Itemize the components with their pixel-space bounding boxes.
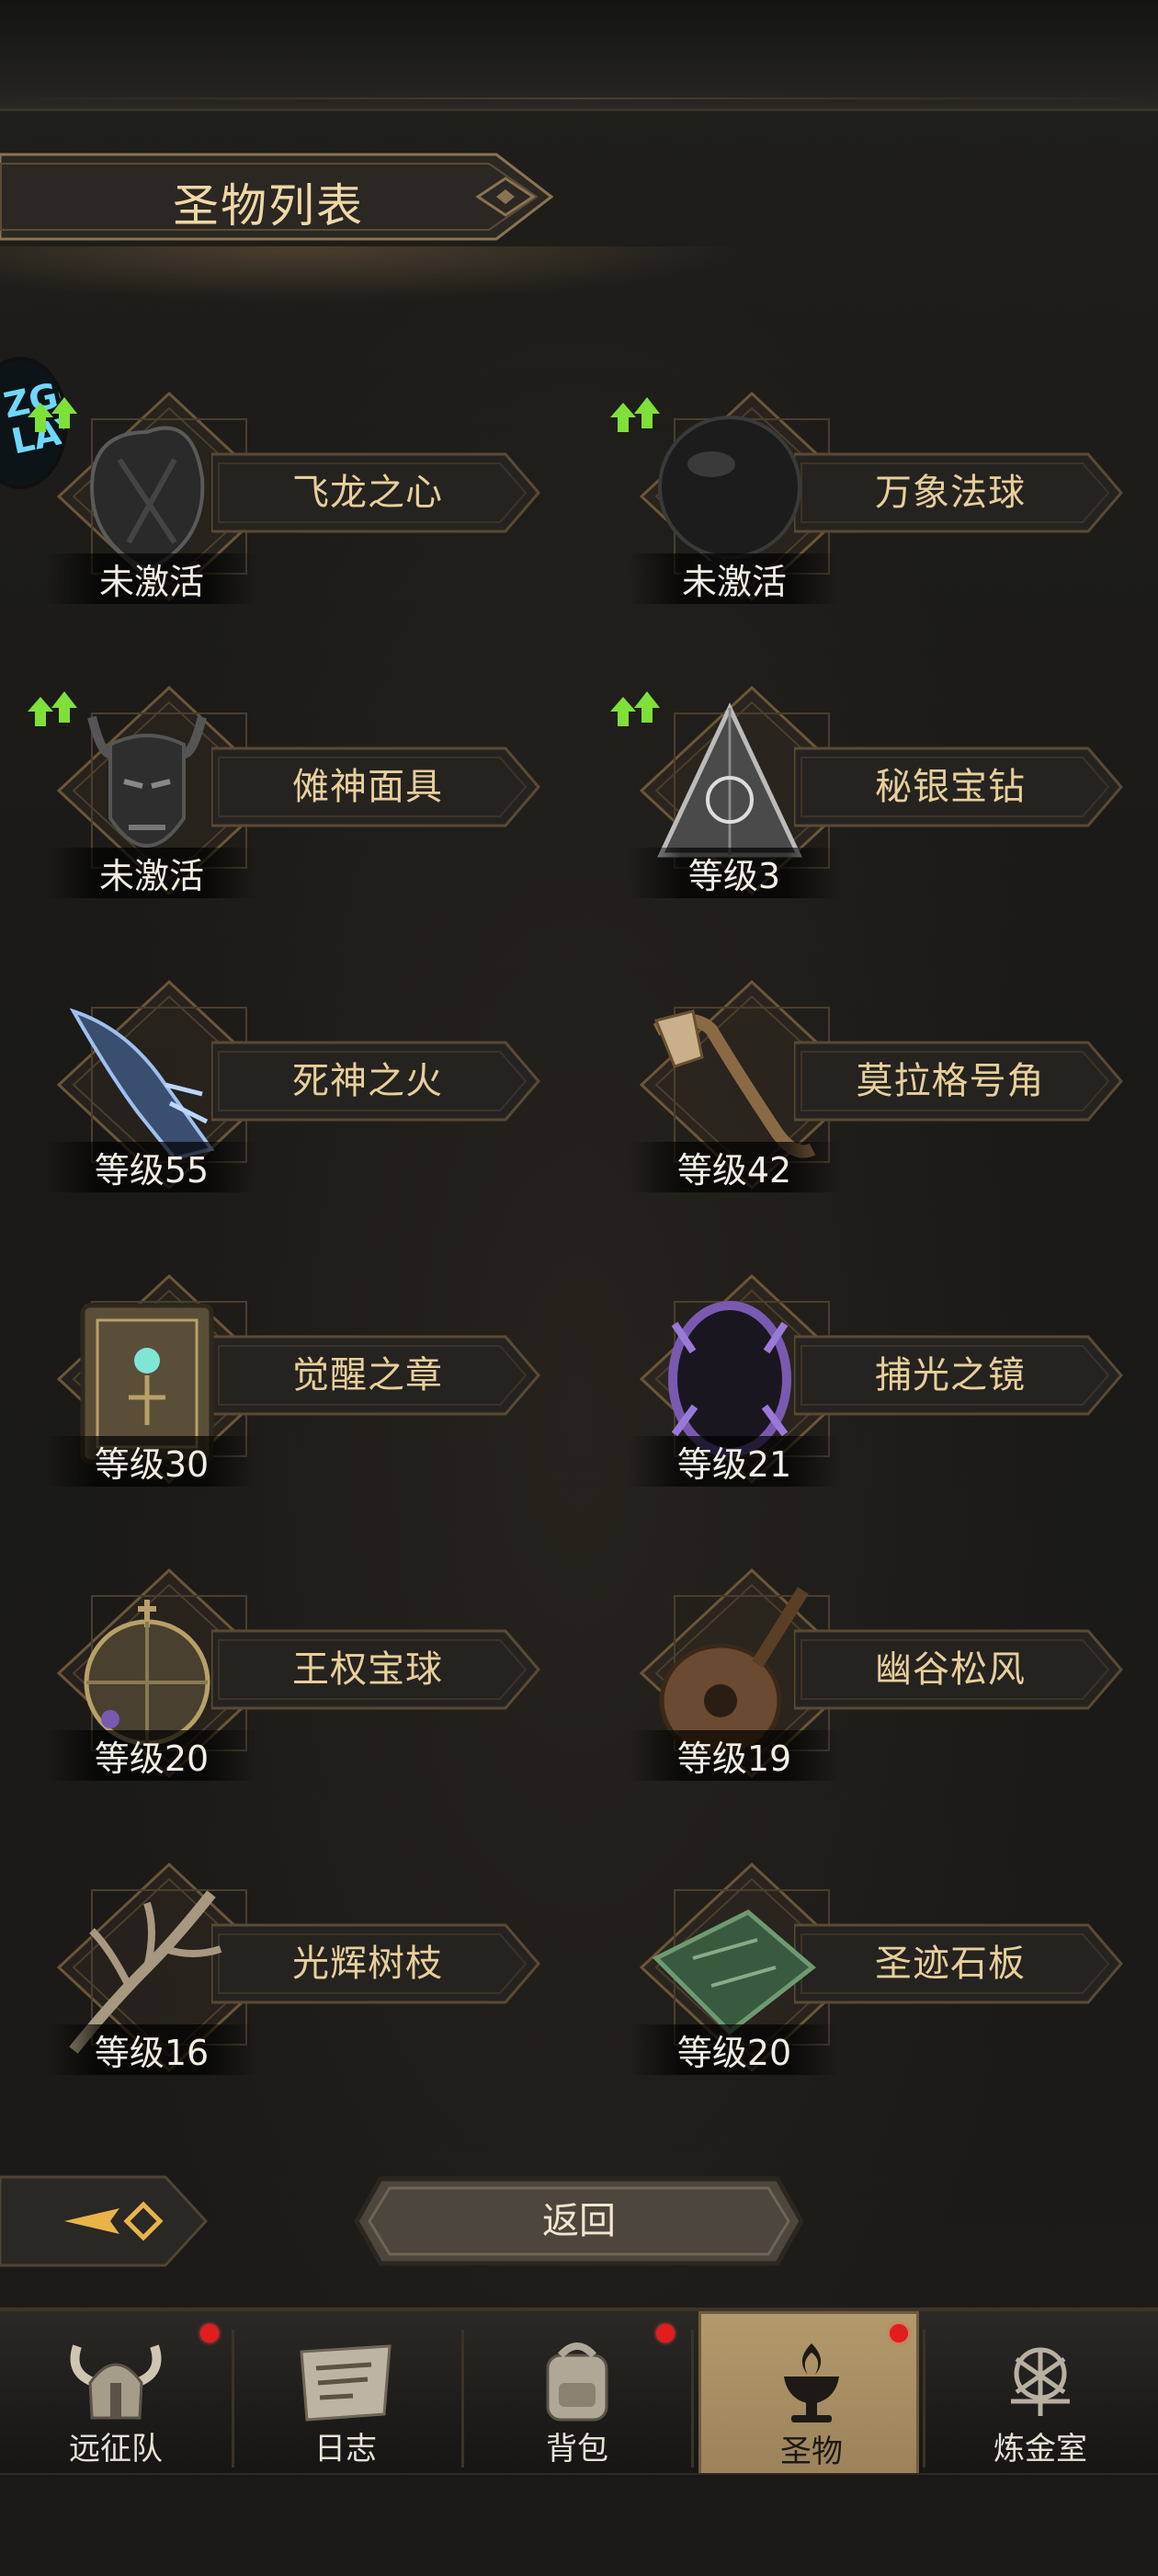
- bottom-nav: 远征队 日志 背包 圣物 炼金室: [0, 2308, 1158, 2477]
- nav-label: 圣物: [780, 2434, 843, 2470]
- relic-card[interactable]: 圣迹石板 等级20: [583, 1857, 1143, 2078]
- nav-label: 日志: [314, 2431, 377, 2468]
- upgrade-arrow-icon: [28, 691, 77, 726]
- header-ornament: [0, 246, 754, 302]
- relic-card[interactable]: 光辉树枝 等级16: [0, 1857, 561, 2078]
- relic-name: 莫拉格号角: [856, 1060, 1045, 1102]
- relic-status: 未激活: [46, 553, 257, 604]
- notification-badge: [200, 2324, 219, 2342]
- relic-status: 等级3: [629, 848, 840, 898]
- relic-card[interactable]: 傩神面具 未激活: [0, 680, 561, 919]
- relic-name: 万象法球: [875, 472, 1026, 514]
- nav-label: 炼金室: [993, 2431, 1087, 2468]
- relic-status: 等级19: [629, 1730, 840, 1781]
- relic-status: 等级16: [46, 2024, 257, 2075]
- relic-card[interactable]: 莫拉格号角 等级42: [583, 975, 1143, 1214]
- system-bar: [0, 2473, 1158, 2576]
- arrow-plate: [0, 2175, 209, 2267]
- relic-list[interactable]: 飞龙之心 未激活 万象法球 未激活 傩神面具 未激活 秘银宝钻 等级3 死神之火 等级55 莫拉格号…: [0, 349, 1158, 2078]
- relic-card[interactable]: 王权宝球 等级20: [0, 1563, 561, 1802]
- relic-card[interactable]: 飞龙之心 未激活: [0, 386, 561, 625]
- relic-status: 未激活: [46, 848, 257, 898]
- nav-divider: [691, 2330, 694, 2468]
- relic-name: 飞龙之心: [292, 472, 443, 514]
- chalice-flame-icon: [784, 2343, 839, 2422]
- page-header: 圣物列表: [0, 147, 570, 246]
- back-button-label: 返回: [542, 2200, 616, 2242]
- nav-label: 背包: [546, 2431, 608, 2468]
- relic-name: 觉醒之章: [292, 1354, 443, 1396]
- upgrade-arrow-icon: [610, 397, 660, 432]
- relic-status: 等级55: [46, 1142, 257, 1192]
- relic-name: 死神之火: [292, 1060, 443, 1102]
- relic-status: 等级21: [629, 1436, 840, 1487]
- back-button[interactable]: 返回: [353, 2173, 805, 2269]
- relic-card[interactable]: 死神之火 等级55: [0, 975, 561, 1214]
- top-banner: [0, 0, 1158, 111]
- relic-card[interactable]: 幽谷松风 等级19: [583, 1563, 1143, 1802]
- nav-item-journal[interactable]: 日志: [235, 2311, 456, 2477]
- page-title: 圣物列表: [173, 179, 364, 233]
- alchemy-icon: [1011, 2347, 1070, 2416]
- relic-status: 等级30: [46, 1436, 257, 1487]
- viking-helmet-icon: [70, 2344, 162, 2420]
- relic-name: 捕光之镜: [875, 1354, 1026, 1396]
- relic-card[interactable]: 万象法球 未激活: [583, 386, 1143, 625]
- notification-badge: [890, 2324, 908, 2342]
- relic-card[interactable]: 捕光之镜 等级21: [583, 1269, 1143, 1508]
- relic-name: 幽谷松风: [875, 1648, 1026, 1691]
- nav-divider: [232, 2330, 234, 2468]
- upgrade-arrow-icon: [610, 691, 660, 726]
- relic-name: 王权宝球: [292, 1648, 443, 1691]
- nav-item-alchemy[interactable]: 炼金室: [930, 2311, 1151, 2477]
- nav-divider: [923, 2330, 925, 2468]
- relic-status: 等级20: [629, 2024, 840, 2075]
- upgrade-arrow-icon: [28, 397, 77, 432]
- relic-name: 秘银宝钻: [875, 766, 1026, 808]
- relic-name: 光辉树枝: [292, 1943, 443, 1985]
- relic-name: 傩神面具: [292, 766, 443, 808]
- relic-card[interactable]: 觉醒之章 等级30: [0, 1269, 561, 1508]
- nav-divider: [461, 2330, 464, 2468]
- nav-item-backpack[interactable]: 背包: [467, 2311, 687, 2477]
- relic-status: 未激活: [629, 553, 840, 604]
- collapse-arrow-button[interactable]: [0, 2171, 211, 2271]
- relic-status: 等级42: [629, 1142, 840, 1192]
- scroll-map-icon: [300, 2344, 392, 2422]
- backpack-icon: [546, 2342, 608, 2422]
- notification-badge: [656, 2324, 675, 2342]
- relic-name: 圣迹石板: [875, 1943, 1026, 1985]
- nav-item-relics[interactable]: 圣物: [698, 2311, 919, 2477]
- relic-card[interactable]: 秘银宝钻 等级3: [583, 680, 1143, 919]
- nav-item-expedition[interactable]: 远征队: [6, 2311, 226, 2477]
- nav-label: 远征队: [69, 2431, 163, 2468]
- relic-status: 等级20: [46, 1730, 257, 1781]
